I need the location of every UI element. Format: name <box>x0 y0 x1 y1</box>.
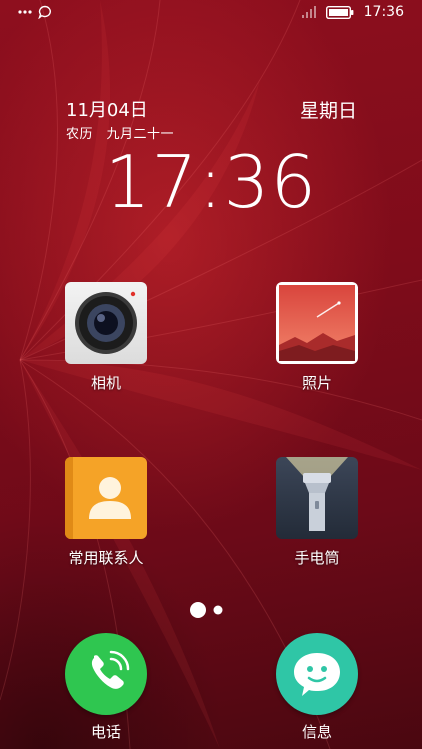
home-screen: 17:36 11月04日 农历 九月二十一 星期日 17:36 相机 照片 常用… <box>0 0 422 749</box>
contacts-icon <box>65 457 147 539</box>
app-photos[interactable]: 照片 <box>262 282 372 393</box>
app-label: 手电筒 <box>294 549 340 567</box>
status-right: 17:36 <box>301 4 404 20</box>
status-time: 17:36 <box>363 4 404 20</box>
app-camera[interactable]: 相机 <box>51 282 161 393</box>
dock-phone[interactable]: 电话 <box>51 633 161 742</box>
message-icon <box>276 633 358 715</box>
phone-icon <box>65 633 147 715</box>
flashlight-icon <box>276 457 358 539</box>
battery-icon <box>325 5 354 19</box>
app-contacts[interactable]: 常用联系人 <box>51 457 161 568</box>
camera-icon <box>65 282 147 364</box>
app-flashlight[interactable]: 手电筒 <box>262 457 372 568</box>
widget-weekday[interactable]: 星期日 <box>300 96 357 123</box>
chat-bubble-icon <box>38 5 51 19</box>
page-indicator[interactable] <box>0 600 422 620</box>
status-left <box>18 5 52 19</box>
more-dots-icon <box>18 10 32 14</box>
page-dot-current <box>190 602 206 618</box>
widget-clock[interactable]: 17:36 <box>0 140 422 224</box>
page-dot <box>213 605 223 615</box>
status-bar: 17:36 <box>0 0 422 28</box>
camera-dot <box>130 291 136 297</box>
dock-label: 信息 <box>301 723 332 741</box>
dock-messages[interactable]: 信息 <box>262 633 372 742</box>
photos-icon <box>276 282 358 364</box>
widget-date[interactable]: 11月04日 <box>66 96 148 122</box>
signal-icon <box>301 6 316 18</box>
app-label: 照片 <box>301 374 332 392</box>
app-label: 相机 <box>90 374 121 392</box>
dock-label: 电话 <box>90 723 121 741</box>
app-label: 常用联系人 <box>68 549 144 567</box>
